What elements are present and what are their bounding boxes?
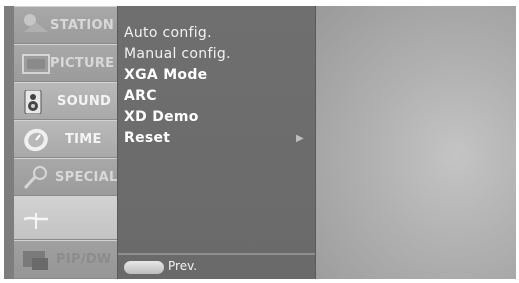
sidebar-item-label: TIME	[65, 132, 102, 147]
sidebar-item-label: STATION	[50, 18, 115, 33]
sidebar-item-special[interactable]: SPECIAL	[14, 158, 117, 196]
submenu-footer: Prev.	[118, 253, 315, 279]
picture-icon	[22, 52, 50, 76]
sidebar-item-label: SOUND	[57, 94, 112, 109]
prev-label: Prev.	[168, 259, 198, 273]
menu-item-label: XD Demo	[124, 109, 199, 125]
menu-item-xga-mode[interactable]: XGA Mode	[124, 65, 310, 86]
osd-screen: STATION PICTURE SOUND TIME SPECIAL PIP/D…	[4, 6, 516, 279]
sidebar-item-pip[interactable]: PIP/DW	[14, 240, 117, 279]
sidebar-item-station[interactable]: STATION	[14, 6, 117, 44]
sidebar-item-picture[interactable]: PICTURE	[14, 44, 117, 82]
menu-item-label: Auto config.	[124, 25, 212, 41]
screen-submenu: Auto config. Manual config. XGA Mode ARC…	[117, 6, 316, 279]
speaker-icon	[24, 89, 42, 115]
special-icon	[22, 166, 50, 190]
submenu-arrow-icon: ▶	[296, 133, 304, 144]
sidebar-item-label: PICTURE	[50, 56, 115, 71]
menu-item-reset[interactable]: Reset ▶	[124, 128, 310, 149]
menu-item-label: Manual config.	[124, 46, 231, 62]
sidebar-item-label: PIP/DW	[56, 252, 112, 267]
sidebar-item-label: SPECIAL	[55, 170, 118, 185]
menu-item-auto-config[interactable]: Auto config.	[124, 23, 310, 44]
menu-item-arc[interactable]: ARC	[124, 86, 310, 107]
menu-item-xd-demo[interactable]: XD Demo	[124, 107, 310, 128]
screen-adjust-icon	[22, 209, 50, 233]
menu-item-label: XGA Mode	[124, 67, 208, 83]
prev-button-icon[interactable]	[124, 261, 164, 274]
clock-icon	[22, 128, 50, 152]
sidebar-item-sound[interactable]: SOUND	[14, 82, 117, 120]
sidebar-item-time[interactable]: TIME	[14, 120, 117, 158]
menu-item-label: Reset	[124, 130, 171, 146]
main-menu-sidebar: STATION PICTURE SOUND TIME SPECIAL PIP/D…	[14, 6, 117, 279]
pip-icon	[22, 248, 50, 272]
sidebar-item-screen[interactable]	[14, 196, 117, 240]
menu-item-label: ARC	[124, 88, 157, 104]
station-icon	[22, 14, 50, 38]
background-video-area	[316, 6, 516, 279]
menu-item-manual-config[interactable]: Manual config.	[124, 44, 310, 65]
